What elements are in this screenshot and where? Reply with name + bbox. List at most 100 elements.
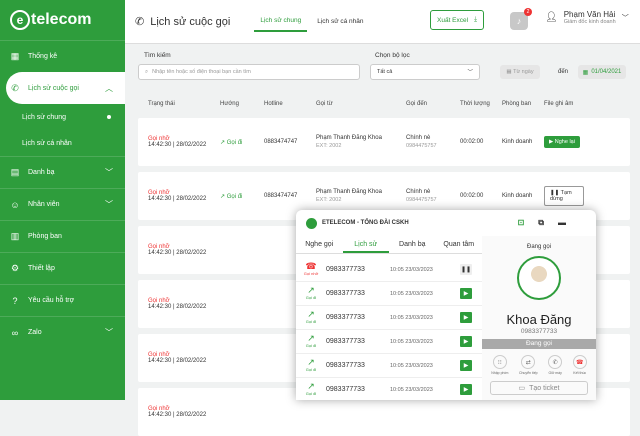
sidebar-item-zalo[interactable]: ∞ Zalo ﹀ [0,316,125,348]
call-number: 0983377733 [326,386,365,393]
date-to-value: 01/04/2021 [591,69,622,75]
tab-contacts[interactable]: Danh bạ [389,236,436,253]
device-icon[interactable]: ⊡ [518,218,525,228]
chevron-down-icon: ﹀ [467,70,473,76]
chevron-down-icon: ﹀ [105,200,113,209]
user-menu[interactable]: 👤︎ Phạm Văn Hải Giám đốc kinh doanh ﹀ [545,10,629,25]
play-button[interactable]: ▶ [460,288,472,299]
popup-tabs: Nghe gọi Lịch sử Danh bạ Quan tâm [296,236,482,254]
sidebar-item-settings[interactable]: ⚙ Thiết lập [0,252,125,284]
outgoing-call-icon: ↗ Gọi đi [296,357,326,374]
list-item[interactable]: ↗ Gọi đi 0983377733 10:05 23/03/2023 ▶ [296,330,482,354]
sidebar-item-contacts[interactable]: ▤ Danh bạ ﹀ [0,156,125,188]
tab-history[interactable]: Lịch sử [342,236,389,253]
call-type-label: Gọi đi [305,390,317,396]
tab-general-history[interactable]: Lịch sử chung [254,11,308,32]
gear-icon: ⚙ [10,263,20,273]
tab-personal-history[interactable]: Lịch sử cá nhân [311,12,369,31]
export-excel-button[interactable]: Xuất Excel ⤓ [430,10,484,30]
sidebar-item-label: Nhân viên [28,201,60,208]
filters: Tìm kiếm ⌕ Nhập tên hoặc số điện thoại bạ… [138,52,630,88]
control-label: Chuyển tiếp [518,371,538,375]
time-text: 14:42:30 | 28/02/2022 [148,412,207,418]
topbar: ✆ Lịch sử cuộc gọi Lịch sử chung Lịch sử… [125,0,640,44]
active-call-panel: Đang gọi Khoa Đăng 0983377733 Đang gọi ⁝… [482,236,596,400]
table-header: Trạng thái Hướng Hotline Gọi từ Gọi đến … [138,96,630,112]
date-from-placeholder: Từ ngày [513,69,534,75]
list-item[interactable]: ↗ Gọi đi 0983377733 10:05 23/03/2023 ▶ [296,282,482,306]
create-ticket-button[interactable]: ▭ Tạo ticket [490,381,588,395]
column-header: Gọi đến [406,101,428,107]
date-separator: đến [558,69,569,75]
sidebar-subitem-general[interactable]: Lịch sử chung [0,104,125,130]
date-from-input[interactable]: ▦ Từ ngày [500,65,540,79]
hangup-icon: ☎ [572,355,587,369]
sidebar-item-call-history[interactable]: ✆ Lịch sử cuộc gọi ︿ [6,72,125,104]
play-button[interactable]: ▶ [460,384,472,395]
search-input[interactable]: ⌕ Nhập tên hoặc số điện thoại bạn cần tìm [138,64,360,80]
sidebar-item-staff[interactable]: ☺ Nhân viên ﹀ [0,188,125,220]
date-to-input[interactable]: ▦ 01/04/2021 [578,65,626,79]
notification-bell[interactable]: ♪ 2 [510,8,532,30]
sidebar-item-label: Phòng ban [28,233,62,240]
play-recording-button[interactable]: ▶ Nghe lại [544,136,580,148]
download-icon: ⤓ [474,16,477,23]
users-icon: ☺ [10,199,20,210]
call-time: 10:05 23/03/2023 [390,290,433,297]
hold-icon: ✆ [548,355,563,369]
chevron-down-icon: ﹀ [105,328,113,337]
table-row[interactable]: Gọi nhỡ 14:42:30 | 28/02/2022 ↗ Gọi đi 08… [138,118,630,166]
list-item[interactable]: ↗ Gọi đi 0983377733 10:05 23/03/2023 ▶ [296,306,482,330]
hold-button[interactable]: ✆ Giữ máy [548,355,563,375]
tab-calls[interactable]: Nghe gọi [296,236,343,253]
logo-mark: e [10,10,30,30]
call-type-label: Gọi đi [305,342,317,348]
arrow-out-icon: ↗ [220,193,226,200]
end-call-button[interactable]: ☎ Kết thúc [572,355,587,375]
contact-number: 0983377733 [520,328,558,335]
callee-name: Chính nè [406,135,431,141]
list-item[interactable]: ↗ Gọi đi 0983377733 10:05 23/03/2023 ▶ [296,378,482,400]
sidebar-item-label: Yêu cầu hỗ trợ [28,297,75,304]
column-header: File ghi âm [544,101,574,107]
tab-favorites[interactable]: Quan tâm [436,236,483,253]
column-header: Thời lượng [460,101,490,107]
sidebar-item-stats[interactable]: ▦ Thống kê [0,40,125,72]
keypad-button[interactable]: ⁝⁝ Nhập phím [491,355,508,375]
play-button[interactable]: ▶ [460,360,472,371]
outgoing-call-icon: ↗ Gọi đi [296,309,326,326]
brand-logo-icon [306,217,317,229]
list-item[interactable]: ↗ Gọi đi 0983377733 10:05 23/03/2023 ▶ [296,354,482,378]
recording-label: Nghe lại [554,139,575,145]
transfer-button[interactable]: ⇄ Chuyển tiếp [519,355,538,375]
sidebar-item-support[interactable]: ? Yêu cầu hỗ trợ [0,284,125,316]
minimize-icon[interactable]: ▬ [558,218,566,228]
play-button[interactable]: ▶ [460,336,472,347]
department-text: Kinh doanh [502,193,533,199]
call-number: 0983377733 [326,290,365,297]
call-number: 0983377733 [326,266,365,273]
avatar [517,256,561,300]
column-header: Hướng [220,101,239,107]
notification-badge: 2 [524,8,532,16]
filter-select[interactable]: Tất cả ﹀ [370,64,480,80]
outgoing-call-icon: ↗ Gọi đi [296,333,326,350]
sidebar-subitem-personal[interactable]: Lịch sử cá nhân [0,130,125,156]
user-name: Phạm Văn Hải [563,10,616,19]
window-icon[interactable]: ⧉ [538,218,544,228]
callee-number: 0984475757 [406,143,437,149]
chevron-down-icon: ﹀ [105,168,113,177]
keypad-icon: ⁝⁝ [492,355,507,369]
play-button[interactable]: ▶ [460,312,472,323]
sidebar-item-label: Zalo [28,329,42,336]
filter-value: Tất cả [377,69,393,75]
sidebar-item-departments[interactable]: ▥ Phòng ban [0,220,125,252]
pause-recording-button[interactable]: ❚❚ Tạm dừng [544,186,584,206]
caller-name: Phạm Thanh Đăng Khoa [316,189,382,195]
control-label: Nhập phím [491,371,509,375]
sidebar-item-label: Thống kê [28,53,58,60]
list-item[interactable]: ☎ Gọi nhỡ 0983377733 10:05 23/03/2023 ❚❚ [296,258,482,282]
pause-button[interactable]: ❚❚ [460,264,472,275]
transfer-icon: ⇄ [521,355,536,369]
calendar-icon: ▦ [582,69,589,76]
